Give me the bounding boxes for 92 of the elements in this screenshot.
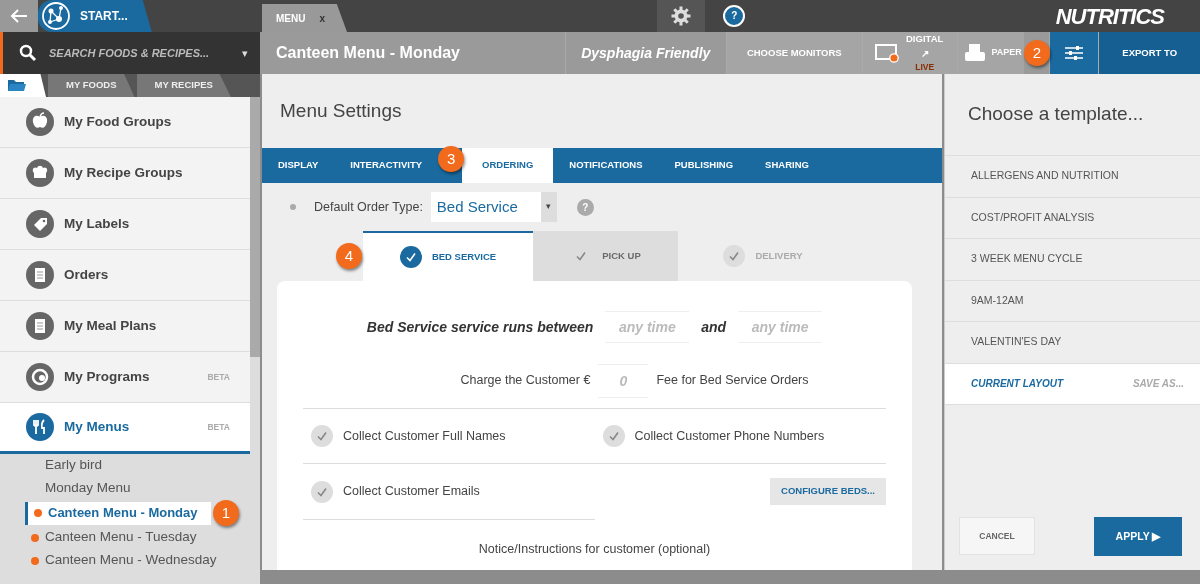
cancel-button[interactable]: CANCEL bbox=[959, 517, 1035, 555]
service-hours-label: Bed Service service runs between bbox=[366, 317, 594, 337]
chef-hat-icon bbox=[26, 159, 54, 187]
start-time-field[interactable]: any time bbox=[605, 311, 690, 343]
settings-button[interactable] bbox=[657, 0, 706, 32]
check-icon bbox=[399, 246, 422, 268]
and-label: and bbox=[701, 317, 727, 337]
folder-tab[interactable] bbox=[0, 74, 46, 97]
fee-suffix-label: Fee for Bed Service Orders bbox=[656, 372, 809, 390]
menu-list-item[interactable]: Monday Menu bbox=[25, 477, 131, 500]
settings-tab[interactable]: SHARING bbox=[749, 148, 825, 183]
template-item[interactable]: VALENTIN'ES DAY bbox=[945, 322, 1200, 364]
callout-marker: 3 bbox=[438, 146, 465, 172]
panel-title: Choose a template... bbox=[945, 74, 1200, 156]
configure-beds-button[interactable]: CONFIGURE BEDS... bbox=[770, 478, 886, 505]
template-item[interactable]: 3 WEEK MENU CYCLE bbox=[945, 239, 1200, 281]
settings-icon bbox=[671, 6, 692, 26]
sidebar-item[interactable]: My Programs BETA bbox=[0, 352, 250, 403]
sidebar-item[interactable]: My Food Groups bbox=[0, 97, 250, 148]
sidebar-item[interactable]: My Menus BETA bbox=[0, 403, 250, 454]
settings-tab[interactable]: DISPLAY bbox=[262, 148, 335, 183]
menu-list-item[interactable]: Canteen Menu - Wednesday bbox=[25, 549, 217, 572]
check-icon bbox=[723, 245, 746, 267]
document-tab[interactable]: MENU x bbox=[262, 4, 347, 32]
start-tab[interactable]: START... bbox=[38, 0, 152, 32]
template-item[interactable]: COST/PROFIT ANALYSIS bbox=[945, 197, 1200, 239]
template-item[interactable]: 9AM-12AM bbox=[945, 280, 1200, 322]
menu-list-item[interactable]: Early bird bbox=[25, 454, 103, 477]
end-time-field[interactable]: any time bbox=[738, 311, 823, 343]
document-icon bbox=[26, 312, 54, 340]
document-title: Canteen Menu - Monday bbox=[275, 43, 461, 63]
layout-settings-button[interactable] bbox=[1048, 32, 1099, 74]
option-checkbox[interactable]: Collect Customer Full Names bbox=[303, 409, 595, 464]
option-checkbox[interactable]: Collect Customer Phone Numbers bbox=[594, 409, 886, 464]
option-checkbox[interactable]: Collect Customer Emails bbox=[303, 464, 595, 519]
order-type-label: Default Order Type: bbox=[314, 198, 423, 216]
help-button[interactable]: ? bbox=[723, 5, 746, 27]
search-field[interactable]: SEARCH FOODS & RECIPES... ▾ bbox=[0, 32, 260, 74]
caret-icon[interactable]: ▾ bbox=[242, 44, 248, 62]
sidebar-item[interactable]: My Recipe Groups bbox=[0, 148, 250, 199]
sidebar-item[interactable]: My Labels bbox=[0, 199, 250, 250]
digital-button[interactable]: DIGITAL ↗ LIVE bbox=[861, 32, 957, 74]
check-icon bbox=[311, 480, 333, 503]
order-type-tab[interactable]: BED SERVICE bbox=[363, 231, 533, 281]
current-layout-label: CURRENT LAYOUT bbox=[971, 377, 1064, 392]
current-layout-row[interactable]: CURRENT LAYOUT SAVE AS... bbox=[945, 363, 1200, 405]
beta-label: BETA bbox=[207, 370, 230, 384]
check-icon bbox=[602, 425, 625, 447]
fee-field[interactable]: 0 bbox=[598, 363, 649, 398]
callout-marker: 1 bbox=[213, 500, 239, 526]
scrollbar[interactable] bbox=[250, 97, 260, 357]
dialog-title: Menu Settings bbox=[279, 98, 403, 123]
settings-tab[interactable]: PUBLISHING bbox=[658, 148, 750, 183]
printer-icon bbox=[963, 43, 986, 63]
document-icon bbox=[26, 261, 54, 289]
menu-list-item[interactable]: Canteen Menu - Monday bbox=[25, 501, 211, 525]
apple-icon bbox=[26, 108, 54, 136]
close-icon[interactable]: x bbox=[319, 10, 325, 26]
order-type-tab[interactable]: PICK UP bbox=[533, 231, 678, 281]
fork-knife-icon bbox=[26, 413, 54, 441]
network-logo-icon bbox=[42, 2, 70, 30]
menu-list-item[interactable]: Canteen Menu - Tuesday bbox=[25, 526, 197, 549]
folder-icon bbox=[8, 79, 26, 93]
apply-button[interactable]: APPLY ▶ bbox=[1094, 517, 1182, 556]
live-label: LIVE bbox=[914, 60, 936, 74]
order-type-dropdown[interactable]: Bed Service ▾ bbox=[430, 192, 557, 222]
sidebar-item[interactable]: Orders bbox=[0, 250, 250, 301]
ring-icon bbox=[26, 363, 54, 391]
back-button[interactable] bbox=[0, 0, 38, 32]
fee-label: Charge the Customer € bbox=[460, 372, 591, 390]
callout-marker: 2 bbox=[1023, 40, 1050, 66]
template-item[interactable]: ALLERGENS AND NUTRITION bbox=[945, 156, 1200, 198]
digital-label: DIGITAL ↗ bbox=[906, 33, 944, 59]
settings-tab[interactable]: NOTIFICATIONS bbox=[553, 148, 659, 183]
monitor-icon bbox=[874, 43, 899, 63]
library-tab[interactable]: MY RECIPES bbox=[136, 74, 231, 97]
bullet-icon bbox=[290, 204, 296, 210]
caret-icon[interactable]: ▾ bbox=[540, 192, 557, 222]
search-icon bbox=[19, 44, 37, 62]
brand-logo: NUTRITICS bbox=[1055, 2, 1166, 31]
settings-tab[interactable]: ORDERING bbox=[462, 148, 554, 183]
library-tab[interactable]: MY FOODS bbox=[48, 74, 135, 97]
back-arrow-icon bbox=[10, 9, 28, 23]
notice-label: Notice/Instructions for customer (optional) bbox=[477, 541, 712, 558]
tag-icon bbox=[26, 210, 54, 238]
beta-label: BETA bbox=[207, 420, 230, 434]
check-icon bbox=[311, 425, 333, 447]
sliders-icon bbox=[1065, 46, 1084, 60]
sidebar-item[interactable]: My Meal Plans bbox=[0, 301, 250, 352]
callout-marker: 4 bbox=[336, 243, 362, 269]
export-button[interactable]: EXPORT TO bbox=[1098, 32, 1200, 74]
settings-tab[interactable]: INTERACTIVITY bbox=[334, 148, 439, 183]
